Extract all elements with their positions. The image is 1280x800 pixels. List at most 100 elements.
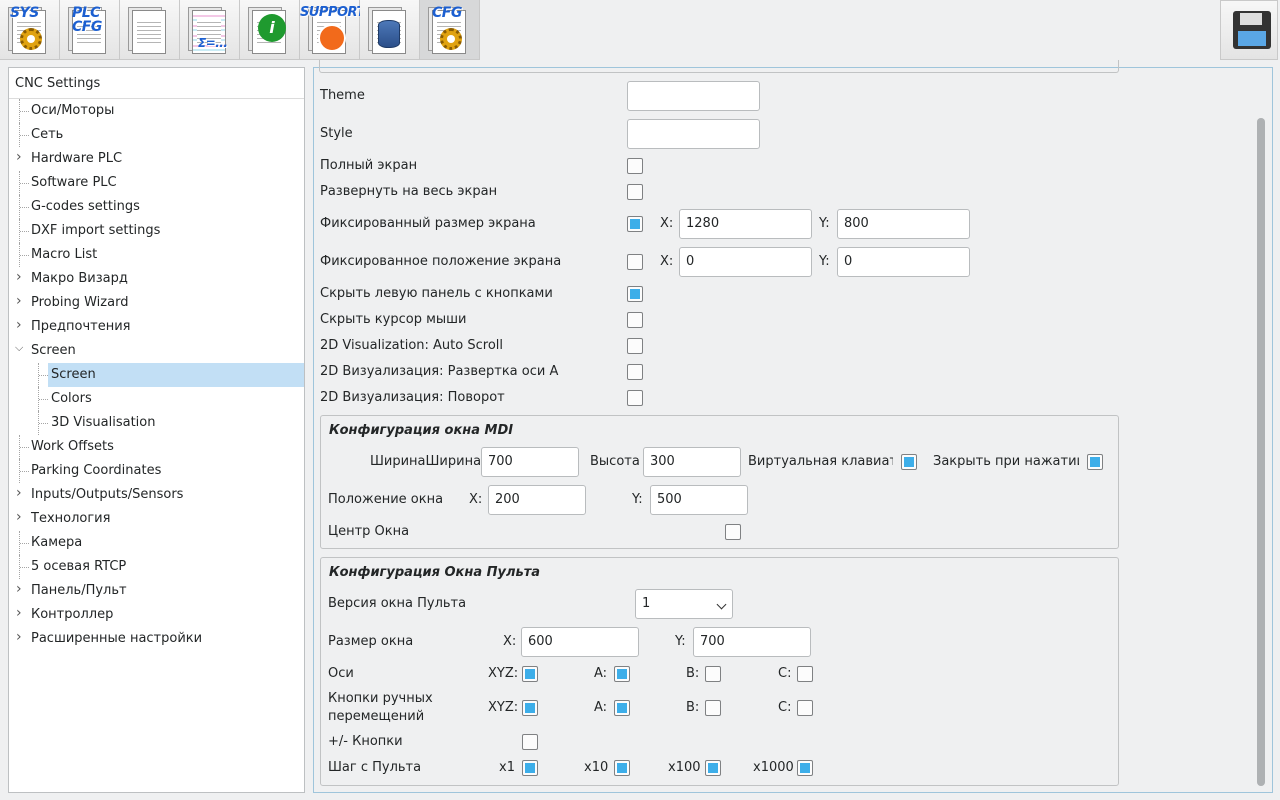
- jog-xyz-checkbox[interactable]: [522, 700, 538, 716]
- tree-item[interactable]: Screen: [9, 363, 304, 387]
- chevron-right-icon[interactable]: ›: [16, 150, 26, 164]
- step-x10-checkbox[interactable]: [614, 760, 630, 776]
- virtual-keyboard-checkbox[interactable]: [901, 454, 917, 470]
- fullscreen-checkbox[interactable]: [627, 158, 643, 174]
- jog-a-label: A:: [594, 700, 608, 715]
- chevron-right-icon[interactable]: ›: [16, 582, 26, 596]
- tree-item-label: Work Offsets: [31, 439, 114, 454]
- rotate-checkbox[interactable]: [627, 390, 643, 406]
- style-label: Style: [320, 126, 353, 141]
- tree-item[interactable]: › Расширенные настройки: [9, 627, 304, 651]
- chevron-down-icon[interactable]: ⌵: [15, 342, 25, 353]
- tree-item[interactable]: › Технология: [9, 507, 304, 531]
- maximize-checkbox[interactable]: [627, 184, 643, 200]
- chevron-right-icon[interactable]: ›: [16, 606, 26, 620]
- tree-item[interactable]: Work Offsets: [9, 435, 304, 459]
- fixed-pos-checkbox[interactable]: [627, 254, 643, 270]
- axes-b-checkbox[interactable]: [705, 666, 721, 682]
- tree-item[interactable]: › Probing Wizard: [9, 291, 304, 315]
- tree-item[interactable]: Macro List: [9, 243, 304, 267]
- chevron-right-icon[interactable]: ›: [16, 486, 26, 500]
- tree-item[interactable]: › Макро Визард: [9, 267, 304, 291]
- step-x10-label: x10: [584, 760, 609, 775]
- tree-item[interactable]: › Панель/Пульт: [9, 579, 304, 603]
- jog-c-label: C:: [778, 700, 792, 715]
- mdi-height-input[interactable]: 300: [643, 447, 741, 477]
- list-document-icon: [132, 10, 166, 54]
- fixed-size-checkbox[interactable]: [627, 216, 643, 232]
- theme-input[interactable]: [627, 81, 760, 111]
- tree-item[interactable]: Software PLC: [9, 171, 304, 195]
- pendant-title: Конфигурация Окна Пульта: [329, 565, 541, 580]
- hide-left-panel-checkbox[interactable]: [627, 286, 643, 302]
- save-button[interactable]: [1220, 0, 1278, 60]
- chevron-right-icon[interactable]: ›: [16, 270, 26, 284]
- sys-button[interactable]: SYS: [0, 0, 60, 60]
- tree-item[interactable]: DXF import settings: [9, 219, 304, 243]
- scrollbar-handle[interactable]: [1257, 118, 1265, 786]
- tree-item[interactable]: › Предпочтения: [9, 315, 304, 339]
- chevron-right-icon[interactable]: ›: [16, 318, 26, 332]
- list-button[interactable]: [120, 0, 180, 60]
- step-x100-checkbox[interactable]: [705, 760, 721, 776]
- fixed-size-x-input[interactable]: 1280: [679, 209, 812, 239]
- fixed-pos-label: Фиксированное положение экрана: [320, 254, 562, 269]
- mdi-center-label: Центр Окна: [328, 524, 410, 539]
- fixed-pos-y-input[interactable]: 0: [837, 247, 970, 277]
- mdi-pos-y-input[interactable]: 500: [650, 485, 748, 515]
- chevron-right-icon[interactable]: ›: [16, 294, 26, 308]
- step-x1-checkbox[interactable]: [522, 760, 538, 776]
- jog-a-checkbox[interactable]: [614, 700, 630, 716]
- pendant-version-select[interactable]: 1: [635, 589, 733, 619]
- chevron-right-icon[interactable]: ›: [16, 510, 26, 524]
- plus-minus-checkbox[interactable]: [522, 734, 538, 750]
- pendant-size-x-input[interactable]: 600: [521, 627, 639, 657]
- step-x1000-checkbox[interactable]: [797, 760, 813, 776]
- support-button[interactable]: SUPPORT: [300, 0, 365, 60]
- tree-item[interactable]: › Контроллер: [9, 603, 304, 627]
- mdi-pos-x-input[interactable]: 200: [488, 485, 586, 515]
- hide-cursor-checkbox[interactable]: [627, 312, 643, 328]
- database-icon: [378, 20, 400, 48]
- tree-item[interactable]: Parking Coordinates: [9, 459, 304, 483]
- pendant-size-y-input[interactable]: 700: [693, 627, 811, 657]
- database-button[interactable]: [360, 0, 420, 60]
- tree-item[interactable]: Оси/Моторы: [9, 99, 304, 123]
- formula-button[interactable]: Σ=...: [180, 0, 240, 60]
- jog-b-checkbox[interactable]: [705, 700, 721, 716]
- top-groupbox-edge: [319, 60, 1119, 73]
- tree-item[interactable]: 3D Visualisation: [9, 411, 304, 435]
- tree-item[interactable]: 5 осевая RTCP: [9, 555, 304, 579]
- tree-item-label: Macro List: [31, 247, 98, 262]
- vertical-scrollbar[interactable]: [1257, 118, 1265, 786]
- fixed-pos-x-input[interactable]: 0: [679, 247, 812, 277]
- mdi-width-input[interactable]: 700: [481, 447, 579, 477]
- tree-branch-line: [38, 411, 48, 435]
- plc-cfg-button[interactable]: PLC CFG: [60, 0, 120, 60]
- tree-item[interactable]: Colors: [9, 387, 304, 411]
- style-input[interactable]: [627, 119, 760, 149]
- close-on-press-checkbox[interactable]: [1087, 454, 1103, 470]
- tree-item-label: G-codes settings: [31, 199, 140, 214]
- tree-item[interactable]: ⌵ Screen: [9, 339, 304, 363]
- tree-item[interactable]: G-codes settings: [9, 195, 304, 219]
- autoscroll-checkbox[interactable]: [627, 338, 643, 354]
- sweep-a-checkbox[interactable]: [627, 364, 643, 380]
- axes-xyz-checkbox[interactable]: [522, 666, 538, 682]
- fixed-pos-x-label: X:: [660, 254, 674, 269]
- step-x1-label: x1: [499, 760, 515, 775]
- info-button[interactable]: i: [240, 0, 300, 60]
- mdi-center-checkbox[interactable]: [725, 524, 741, 540]
- axes-c-checkbox[interactable]: [797, 666, 813, 682]
- tree-item[interactable]: Камера: [9, 531, 304, 555]
- fixed-size-y-input[interactable]: 800: [837, 209, 970, 239]
- cfg-button[interactable]: CFG: [420, 0, 480, 60]
- sys-label: SYS: [10, 5, 39, 21]
- chevron-right-icon[interactable]: ›: [16, 630, 26, 644]
- tree-item[interactable]: › Inputs/Outputs/Sensors: [9, 483, 304, 507]
- tree-item[interactable]: Сеть: [9, 123, 304, 147]
- tree-item[interactable]: › Hardware PLC: [9, 147, 304, 171]
- axes-a-checkbox[interactable]: [614, 666, 630, 682]
- settings-tree[interactable]: CNC Settings Оси/Моторы Сеть › Hardware PLC…: [8, 67, 305, 793]
- jog-c-checkbox[interactable]: [797, 700, 813, 716]
